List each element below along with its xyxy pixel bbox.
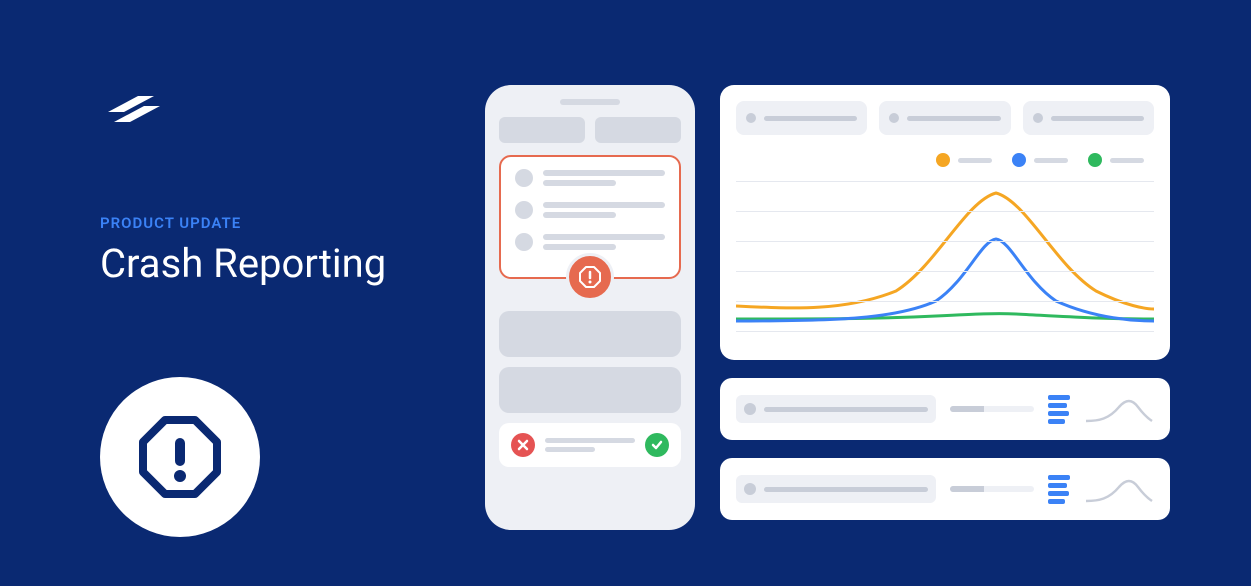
alert-badge-icon — [566, 253, 614, 301]
phone-mockup — [485, 85, 695, 530]
alert-octagon-icon — [135, 412, 225, 502]
stat-card-placeholder — [1023, 101, 1154, 135]
alert-octagon-badge — [100, 377, 260, 537]
phone-tab-placeholder — [499, 117, 585, 143]
phone-tabs — [499, 117, 681, 143]
list-item — [515, 233, 665, 251]
stat-card-placeholder — [736, 101, 867, 135]
check-circle-icon — [645, 433, 669, 457]
sparkline-icon — [1084, 391, 1154, 427]
stat-row-card — [720, 458, 1170, 520]
chart-plot-area — [736, 181, 1154, 331]
avatar-placeholder — [515, 201, 533, 219]
chart-legend — [736, 153, 1154, 167]
text-placeholder — [543, 170, 665, 186]
legend-item-blue — [1012, 153, 1068, 167]
mini-bars-icon — [1048, 395, 1070, 424]
list-item — [515, 169, 665, 187]
card-placeholder — [499, 311, 681, 357]
stat-row-card — [720, 378, 1170, 440]
progress-bar — [950, 406, 1034, 412]
text-placeholder — [545, 438, 635, 452]
hero-text-section: PRODUCT UPDATE Crash Reporting — [100, 80, 450, 537]
legend-item-orange — [936, 153, 992, 167]
avatar-placeholder — [515, 169, 533, 187]
chart-lines — [736, 181, 1154, 331]
eyebrow-label: PRODUCT UPDATE — [100, 214, 450, 232]
phone-footer-card — [499, 423, 681, 467]
text-placeholder — [543, 234, 665, 250]
page-title: Crash Reporting — [100, 240, 450, 287]
list-item — [515, 201, 665, 219]
chart-panel — [720, 85, 1170, 360]
text-placeholder — [543, 202, 665, 218]
stat-label-placeholder — [736, 475, 936, 503]
stat-label-placeholder — [736, 395, 936, 423]
progress-bar — [950, 486, 1034, 492]
sparkline-icon — [1084, 471, 1154, 507]
x-circle-icon — [511, 433, 535, 457]
logo-mark — [100, 80, 450, 134]
card-placeholder — [499, 367, 681, 413]
mini-bars-icon — [1048, 475, 1070, 504]
phone-notch — [560, 99, 620, 105]
phone-tab-placeholder — [595, 117, 681, 143]
stat-card-placeholder — [879, 101, 1010, 135]
avatar-placeholder — [515, 233, 533, 251]
phone-error-card — [499, 155, 681, 279]
legend-item-green — [1088, 153, 1144, 167]
chart-header-row — [736, 101, 1154, 135]
